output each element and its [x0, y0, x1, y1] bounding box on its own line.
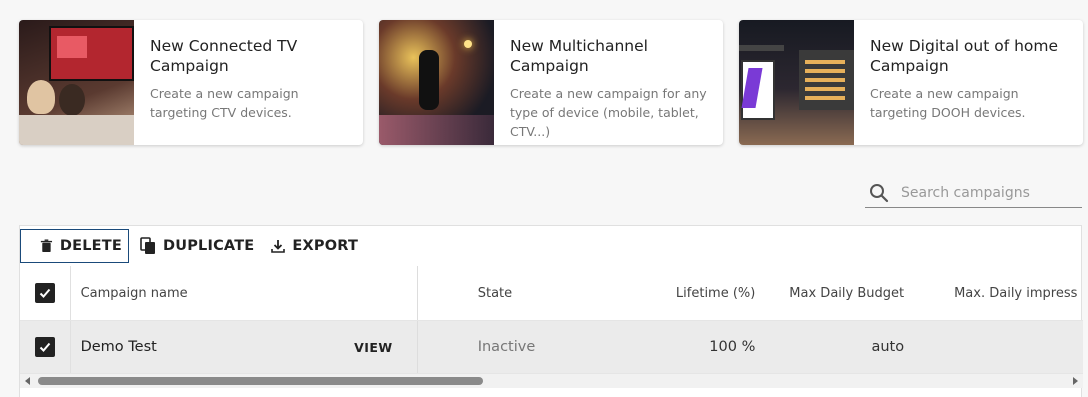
campaigns-table: Campaign name State Lifetime (%) Max Dai…	[20, 266, 1083, 373]
scroll-right-icon[interactable]	[1073, 377, 1078, 385]
export-label: EXPORT	[292, 238, 359, 254]
ctv-image	[19, 20, 134, 145]
delete-label: DELETE	[59, 238, 122, 254]
search-icon	[867, 181, 891, 205]
table-header-row: Campaign name State Lifetime (%) Max Dai…	[20, 266, 1083, 321]
campaign-name: Demo Test	[80, 339, 157, 355]
select-all-cell	[20, 266, 71, 320]
card-description: Create a new campaign for any type of de…	[510, 86, 707, 139]
column-header-state[interactable]: State	[418, 286, 577, 301]
card-title: New Connected TV Campaign	[150, 37, 298, 75]
card-title: New Multichannel Campaign	[510, 37, 648, 75]
view-button[interactable]: VIEW	[354, 340, 393, 355]
table-toolbar: DELETE DUPLICATE EXPORT	[20, 226, 1081, 266]
download-icon	[271, 240, 286, 253]
card-connected-tv[interactable]: New Connected TV Campaign Create a new c…	[19, 20, 363, 145]
select-all-checkbox[interactable]	[34, 283, 55, 303]
state-cell: Inactive	[477, 339, 536, 355]
card-description: Create a new campaign targeting DOOH dev…	[870, 86, 1026, 120]
check-icon	[39, 342, 51, 352]
campaign-name-cell: Demo Test VIEW	[71, 321, 418, 373]
scroll-left-icon[interactable]	[25, 377, 30, 385]
campaign-type-cards: New Connected TV Campaign Create a new c…	[19, 20, 1083, 145]
trash-icon	[40, 239, 53, 253]
duplicate-label: DUPLICATE	[163, 238, 255, 254]
check-icon	[39, 288, 51, 298]
scrollbar-thumb[interactable]	[38, 377, 483, 385]
export-button[interactable]: EXPORT	[260, 229, 364, 263]
lifetime-cell: 100 %	[709, 339, 756, 355]
search-input[interactable]	[901, 184, 1071, 201]
row-select-cell	[20, 321, 71, 373]
column-header-name[interactable]: Campaign name	[71, 266, 418, 320]
card-multichannel[interactable]: New Multichannel Campaign Create a new c…	[379, 20, 723, 145]
column-header-budget[interactable]: Max Daily Budget	[755, 286, 904, 301]
card-title: New Digital out of home Campaign	[870, 37, 1059, 75]
dooh-image	[739, 20, 854, 145]
column-header-lifetime[interactable]: Lifetime (%)	[577, 286, 755, 301]
card-description: Create a new campaign targeting CTV devi…	[150, 86, 299, 120]
row-checkbox[interactable]	[34, 337, 55, 357]
duplicate-button[interactable]: DUPLICATE	[129, 229, 260, 263]
search-box	[865, 178, 1082, 208]
delete-button[interactable]: DELETE	[20, 229, 129, 263]
column-header-impressions[interactable]: Max. Daily impress	[904, 286, 1083, 301]
multichannel-image	[379, 20, 494, 145]
copy-icon	[140, 237, 155, 254]
horizontal-scrollbar[interactable]	[20, 373, 1083, 388]
campaigns-table-panel: DELETE DUPLICATE EXPORT Campaign name St…	[19, 225, 1083, 397]
budget-cell: auto	[871, 339, 905, 355]
card-dooh[interactable]: New Digital out of home Campaign Create …	[739, 20, 1083, 145]
table-row[interactable]: Demo Test VIEW Inactive 100 % auto	[20, 321, 1083, 373]
